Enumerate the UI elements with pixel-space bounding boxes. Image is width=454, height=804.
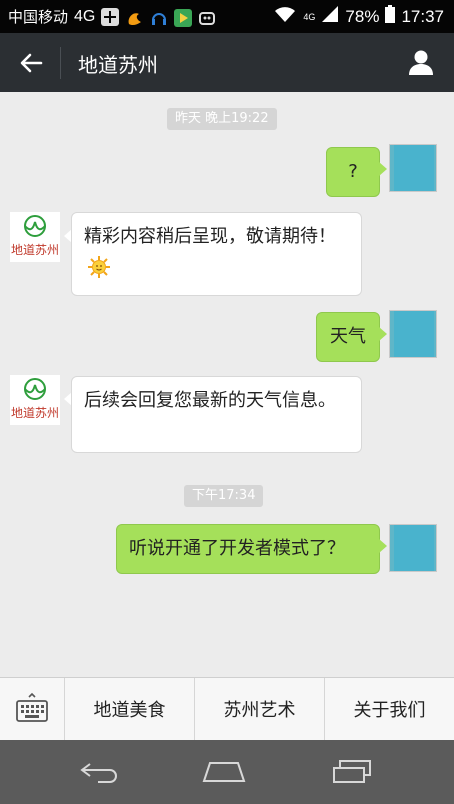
- menu-item-food[interactable]: 地道美食: [65, 678, 195, 740]
- user-message-bubble[interactable]: 天气: [316, 312, 380, 362]
- menu-item-about[interactable]: 关于我们: [325, 678, 454, 740]
- clock: 17:37: [401, 6, 444, 26]
- message-text: 后续会回复您最新的天气信息。: [84, 390, 336, 411]
- wifi-icon: [273, 5, 297, 28]
- squirrel-icon: [125, 8, 143, 26]
- bot-avatar[interactable]: 地道苏州: [10, 375, 60, 425]
- menu-item-art[interactable]: 苏州艺术: [195, 678, 325, 740]
- custom-menu-bar: 地道美食 苏州艺术 关于我们: [0, 677, 454, 740]
- arrow-left-icon: [20, 53, 43, 73]
- signal-icon: [321, 5, 339, 28]
- mobile-data-label: 4G: [303, 11, 316, 22]
- bubble-tail: [379, 162, 387, 176]
- message-text: ?: [348, 161, 358, 182]
- message-text: 精彩内容稍后呈现，敬请期待！: [84, 226, 336, 247]
- message-text: 天气: [330, 326, 366, 347]
- message-text: 听说开通了开发者模式了？: [129, 538, 345, 559]
- logo-text: 地道苏州: [10, 406, 59, 420]
- keyboard-icon: [16, 692, 48, 722]
- play-store-icon: [173, 8, 193, 27]
- sun-emoji-icon: [88, 256, 110, 278]
- page-title: 地道苏州: [78, 53, 158, 77]
- back-button[interactable]: [10, 43, 52, 83]
- robot-icon: [197, 8, 216, 26]
- status-bar: 中国移动 4G 4G 78% 17:37: [0, 0, 454, 33]
- chat-header: 地道苏州: [0, 33, 454, 92]
- bot-message-bubble[interactable]: 精彩内容稍后呈现，敬请期待！: [71, 212, 362, 296]
- bot-message-bubble[interactable]: 后续会回复您最新的天气信息。: [71, 376, 362, 453]
- timestamp: 昨天 晚上19:22: [167, 108, 277, 130]
- recents-icon: [333, 760, 371, 783]
- bot-avatar[interactable]: 地道苏州: [10, 212, 60, 262]
- user-avatar[interactable]: [389, 310, 437, 358]
- logo-text: 地道苏州: [10, 243, 59, 257]
- bubble-tail: [379, 539, 387, 553]
- user-avatar[interactable]: [389, 524, 437, 572]
- chat-area[interactable]: 昨天 晚上19:22 ? 地道苏州 精彩内容稍后呈现，敬请期待！ 天气 地道苏州…: [0, 92, 454, 677]
- profile-button[interactable]: [404, 45, 438, 79]
- nav-home-button[interactable]: [194, 754, 254, 790]
- battery-percent: 78%: [345, 6, 380, 26]
- system-nav-bar: [0, 740, 454, 804]
- home-icon: [202, 762, 246, 782]
- nav-back-button[interactable]: [70, 754, 130, 790]
- user-message-bubble[interactable]: 听说开通了开发者模式了？: [116, 524, 380, 574]
- bubble-tail: [379, 327, 387, 341]
- person-icon: [409, 50, 433, 75]
- user-message-bubble[interactable]: ?: [326, 147, 380, 197]
- header-divider: [60, 47, 61, 79]
- user-avatar[interactable]: [389, 144, 437, 192]
- network-type: 4G: [74, 7, 96, 25]
- keyboard-toggle-button[interactable]: [0, 678, 65, 740]
- headset-icon: [149, 8, 167, 26]
- nav-recents-button[interactable]: [322, 754, 382, 790]
- timestamp: 下午17:34: [184, 485, 264, 507]
- plus-notification-icon: [101, 7, 120, 26]
- carrier-name: 中国移动: [8, 8, 69, 26]
- battery-icon: [385, 5, 396, 28]
- back-arrow-icon: [80, 763, 117, 783]
